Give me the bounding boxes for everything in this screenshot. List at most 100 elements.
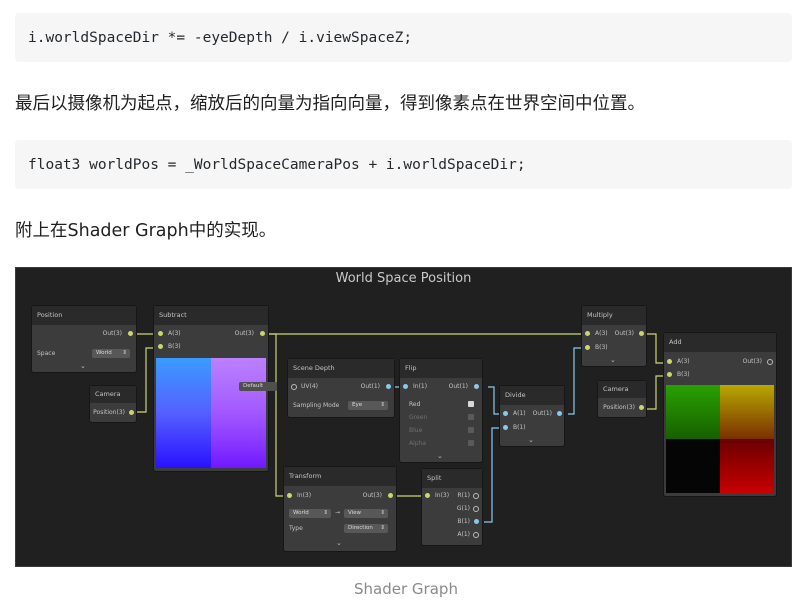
position-node[interactable]: Position Out(3) Space World ⇕ ⌄ (32, 306, 136, 372)
to-space-dropdown[interactable]: View ⇕ (344, 509, 388, 518)
sampling-dropdown[interactable]: Eye ⇕ (348, 401, 388, 410)
channel-alpha-checkbox[interactable] (468, 440, 474, 446)
port-label: G(1) (456, 505, 470, 512)
port-label: A(3) (595, 330, 608, 337)
shader-graph-image: World Space Position Position Out(3) Spa… (15, 267, 792, 567)
port-label: B(1) (513, 424, 526, 431)
output-port[interactable] (767, 359, 773, 365)
sampling-label: Sampling Mode (293, 402, 340, 409)
port-label: A(1) (457, 531, 470, 538)
node-title: Divide (500, 386, 564, 405)
port-label: A(3) (677, 358, 690, 365)
input-port-b[interactable] (503, 425, 508, 430)
code-block-eye-depth: i.worldSpaceDir *= -eyeDepth / i.viewSpa… (15, 13, 792, 62)
divide-node[interactable]: Divide A(1) B(1) Out(1) ⌄ (500, 386, 564, 446)
channel-red-label: Red (409, 401, 421, 408)
flip-node[interactable]: Flip In(1) Out(1) Red Green Blue Alpha ⌄ (400, 359, 482, 462)
collapse-chevron-icon[interactable]: ⌄ (528, 436, 534, 444)
multiply-node[interactable]: Multiply A(3) B(3) Out(3) ⌄ (582, 306, 646, 366)
paragraph-world-position: 最后以摄像机为起点，缩放后的向量为指向向量，得到像素点在世界空间中位置。 (15, 94, 645, 114)
node-title: Camera (90, 386, 136, 403)
dropdown-value: World (96, 350, 112, 356)
preview-swatch (156, 358, 266, 468)
space-label: Space (37, 350, 56, 357)
output-port[interactable] (388, 493, 393, 498)
port-label: Out(1) (360, 383, 380, 390)
split-node[interactable]: Split In(3) R(1) G(1) B(1) A(1) (422, 469, 482, 545)
input-port-a[interactable] (667, 359, 672, 364)
output-port[interactable] (129, 410, 134, 415)
output-port-a[interactable] (473, 532, 479, 538)
node-title: Transform (284, 467, 396, 486)
port-label: Out(3) (614, 330, 634, 337)
camera-node-2[interactable]: Camera Position(3) (598, 381, 646, 417)
input-port-a[interactable] (585, 331, 590, 336)
camera-node[interactable]: Camera Position(3) (90, 386, 136, 422)
port-label: Out(1) (448, 383, 468, 390)
output-port[interactable] (128, 331, 133, 336)
port-label: B(1) (457, 518, 470, 525)
port-label: Out(3) (102, 330, 122, 337)
add-node[interactable]: Add A(3) B(3) Out(3) (664, 333, 776, 496)
input-port[interactable] (287, 493, 292, 498)
dropdown-value: World (293, 510, 309, 516)
transform-node[interactable]: Transform In(3) Out(3) World ⇕ → View ⇕ Ty… (284, 467, 396, 551)
port-label: UV(4) (301, 383, 318, 390)
input-port-a[interactable] (158, 331, 163, 336)
node-title: Add (664, 333, 776, 352)
collapse-chevron-icon[interactable]: ⌄ (80, 362, 86, 370)
type-label: Type (289, 525, 303, 532)
collapse-chevron-icon[interactable]: ⌄ (610, 356, 616, 364)
node-title: Multiply (582, 306, 646, 325)
input-port[interactable] (425, 493, 430, 498)
channel-alpha-label: Alpha (409, 440, 427, 447)
port-label: B(3) (168, 343, 181, 350)
wire-divide-multiply (568, 347, 581, 415)
output-port[interactable] (639, 405, 644, 410)
output-port-b[interactable] (474, 519, 479, 524)
code-line: float3 worldPos = _WorldSpaceCameraPos +… (28, 156, 526, 173)
input-port-b[interactable] (158, 344, 163, 349)
node-title: Split (422, 469, 482, 488)
preview-swatch (666, 385, 774, 493)
wire-multiply-add (646, 333, 666, 364)
input-port-b[interactable] (585, 345, 590, 350)
port-label: Position(3) (93, 409, 125, 416)
output-port[interactable] (557, 411, 562, 416)
output-port-r[interactable] (473, 493, 479, 499)
channel-blue-checkbox[interactable] (468, 427, 474, 433)
port-label: A(3) (168, 330, 181, 337)
output-port[interactable] (260, 331, 265, 336)
type-dropdown[interactable]: Direction ⇕ (344, 524, 388, 533)
port-label: R(1) (457, 492, 470, 499)
node-title: Flip (400, 359, 482, 378)
node-title: Subtract (154, 306, 268, 325)
collapse-chevron-icon[interactable]: ⌄ (336, 539, 342, 547)
channel-green-checkbox[interactable] (468, 414, 474, 420)
node-title: Camera (598, 381, 646, 398)
arrow-right-icon: → (335, 509, 341, 516)
input-port-a[interactable] (503, 411, 508, 416)
output-port[interactable] (639, 331, 644, 336)
scene-depth-node[interactable]: Scene Depth UV(4) Out(1) Sampling Mode E… (288, 359, 394, 417)
port-label: B(3) (677, 371, 690, 378)
output-port-g[interactable] (473, 506, 479, 512)
code-line: i.worldSpaceDir *= -eyeDepth / i.viewSpa… (28, 29, 413, 46)
output-port[interactable] (474, 384, 479, 389)
node-title: Scene Depth (288, 359, 394, 378)
output-port[interactable] (386, 384, 391, 389)
input-port[interactable] (403, 384, 408, 389)
port-label: Out(3) (234, 330, 254, 337)
port-label: In(3) (435, 492, 450, 499)
input-port-uv[interactable] (291, 384, 297, 390)
port-label: Out(3) (742, 358, 762, 365)
default-uv-socket[interactable]: Default (239, 382, 277, 391)
channel-red-checkbox[interactable] (468, 401, 474, 407)
figure-caption: Shader Graph (354, 580, 458, 598)
input-port-b[interactable] (667, 372, 672, 377)
space-dropdown[interactable]: World ⇕ (92, 349, 130, 358)
collapse-chevron-icon[interactable]: ⌄ (437, 452, 443, 460)
port-label: In(3) (297, 492, 312, 499)
from-space-dropdown[interactable]: World ⇕ (289, 509, 331, 518)
port-label: Position(3) (603, 404, 635, 411)
